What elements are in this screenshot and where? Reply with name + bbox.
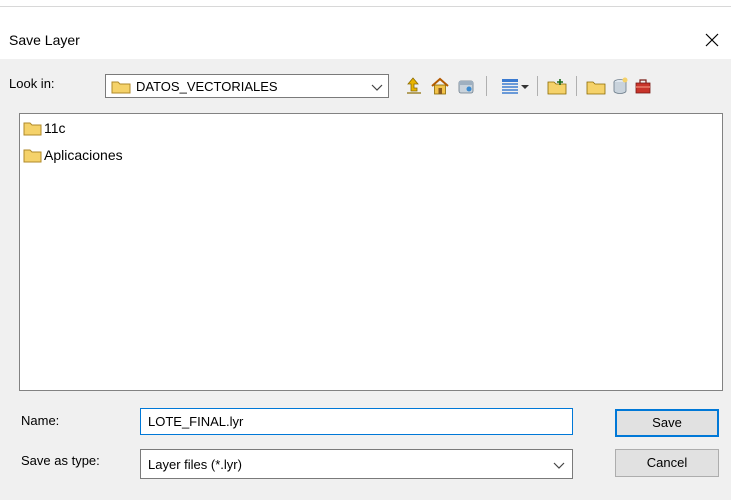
cancel-button[interactable]: Cancel (615, 449, 719, 477)
new-folder-button[interactable] (545, 74, 569, 98)
folder-icon (23, 149, 42, 162)
file-name: 11c (44, 120, 66, 136)
look-in-value: DATOS_VECTORIALES (136, 79, 278, 94)
list-item[interactable]: Aplicaciones (23, 146, 123, 164)
chevron-down-icon (553, 462, 565, 469)
folder-button[interactable] (584, 74, 608, 98)
folder-icon (586, 81, 606, 95)
title-bar: Save Layer (0, 7, 731, 59)
view-menu-icon (502, 79, 518, 94)
name-field[interactable] (140, 408, 573, 435)
save-button[interactable]: Save (615, 409, 719, 437)
toolbar-separator (576, 76, 577, 96)
new-folder-icon (547, 79, 567, 95)
toolbar-separator (537, 76, 538, 96)
file-name: Aplicaciones (44, 147, 123, 163)
database-button[interactable] (608, 74, 632, 98)
name-label: Name: (21, 413, 60, 428)
look-in-combo[interactable]: DATOS_VECTORIALES (105, 74, 389, 98)
file-list[interactable]: 11c Aplicaciones (19, 113, 723, 391)
close-icon (705, 33, 719, 47)
list-item[interactable]: 11c (23, 119, 66, 137)
caret-down-icon (521, 85, 529, 89)
folder-icon (23, 122, 42, 135)
catalog-button[interactable] (454, 74, 478, 98)
toolbox-button[interactable] (631, 74, 655, 98)
window-top-border (0, 0, 731, 7)
save-as-type-label: Save as type: (21, 453, 100, 468)
folder-icon (111, 81, 131, 94)
up-one-level-button[interactable] (402, 74, 426, 98)
toolbox-icon (635, 79, 651, 94)
chevron-down-icon (371, 84, 383, 91)
look-in-label: Look in: (9, 76, 55, 91)
home-button[interactable] (428, 74, 452, 98)
up-one-level-icon (407, 77, 421, 94)
window-title: Save Layer (9, 32, 80, 48)
save-as-type-combo[interactable]: Layer files (*.lyr) (140, 449, 573, 479)
save-as-type-value: Layer files (*.lyr) (148, 457, 242, 472)
home-icon (431, 77, 449, 95)
catalog-icon (458, 80, 474, 94)
close-button[interactable] (699, 27, 725, 53)
view-menu-dropdown[interactable] (518, 74, 532, 98)
database-icon (613, 77, 628, 94)
toolbar-separator (486, 76, 487, 96)
